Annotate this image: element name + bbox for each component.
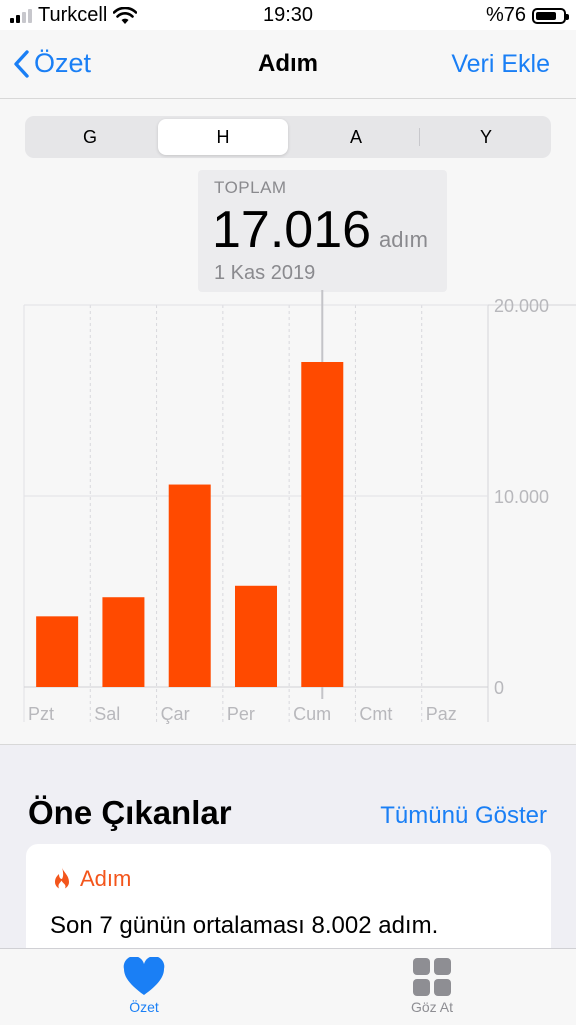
tab-summary-label: Özet	[129, 999, 159, 1015]
x-tick-label: Pzt	[28, 704, 54, 724]
y-tick-label: 0	[494, 678, 504, 698]
segment-month[interactable]: A	[291, 116, 421, 158]
highlight-card-text: Son 7 günün ortalaması 8.002 adım.	[50, 912, 439, 939]
navigation-bar: Özet Adım Veri Ekle	[0, 30, 576, 99]
chart-bar	[301, 361, 344, 687]
battery-percent: %76	[485, 4, 526, 26]
highlights-title: Öne Çıkanlar	[28, 794, 232, 831]
flame-icon	[55, 867, 69, 890]
chart-svg: 0 10.000 20.000 Pzt Sal Çar Per Cum Cmt Paz	[23, 290, 576, 724]
x-tick-label: Çar	[161, 704, 190, 724]
steps-bar-chart[interactable]: 0 10.000 20.000 Pzt Sal Çar Per Cum Cmt Paz	[0, 290, 576, 730]
segment-year[interactable]: Y	[421, 116, 551, 158]
segment-divider	[419, 128, 420, 146]
status-bar: Turkcell 19:30 %76	[0, 0, 576, 30]
tab-browse-label: Göz At	[410, 999, 454, 1015]
chart-bar	[102, 597, 145, 687]
chart-bar	[36, 616, 79, 687]
y-tick-label: 20.000	[494, 296, 549, 316]
tab-browse[interactable]: Göz At	[362, 957, 502, 1015]
segment-week[interactable]: H	[158, 119, 288, 155]
show-all-link[interactable]: Tümünü Göster	[380, 802, 547, 830]
x-tick-label: Paz	[426, 704, 457, 724]
segment-day[interactable]: G	[25, 116, 155, 158]
callout-value: 17.016	[212, 201, 372, 259]
x-tick-label: Per	[227, 704, 255, 724]
period-segmented-control[interactable]: G H A Y	[25, 116, 551, 158]
highlight-card-label: Adım	[80, 866, 132, 891]
selected-value-callout: TOPLAM 17.016 adım 1 Kas 2019	[198, 170, 447, 292]
grid-icon	[413, 958, 451, 996]
chart-bar	[235, 585, 277, 687]
heart-icon	[123, 957, 165, 995]
x-tick-label: Cum	[293, 704, 331, 724]
tab-summary[interactable]: Özet	[74, 957, 214, 1015]
x-tick-label: Sal	[94, 704, 120, 724]
callout-unit: adım	[379, 227, 428, 252]
battery-icon	[532, 7, 569, 24]
x-tick-label: Cmt	[359, 704, 392, 724]
callout-date: 1 Kas 2019	[214, 262, 316, 284]
callout-label: TOPLAM	[214, 178, 287, 197]
tab-bar: Özet Göz At	[0, 948, 576, 1025]
add-data-button[interactable]: Veri Ekle	[451, 50, 550, 79]
chart-bar	[168, 484, 211, 687]
y-tick-label: 10.000	[494, 487, 549, 507]
